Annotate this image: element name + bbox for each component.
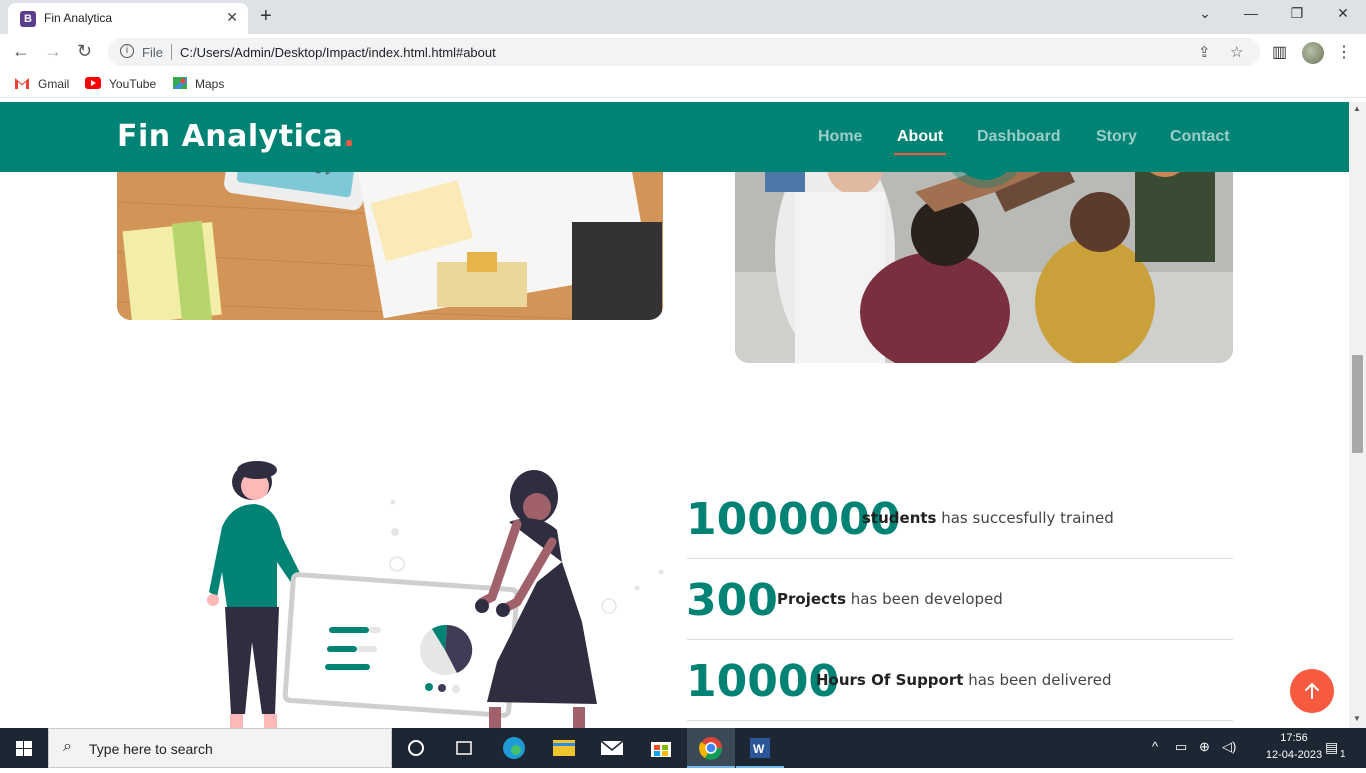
taskbar-search-input[interactable]: ⌕ Type here to search — [48, 728, 392, 768]
back-arrow-icon[interactable]: ← — [12, 41, 30, 62]
stat-label-hours: Hours Of Support has been delivered — [816, 671, 1112, 690]
mail-icon[interactable] — [588, 728, 636, 768]
restore-button[interactable]: ❐ — [1287, 5, 1307, 22]
windows-taskbar: ⌕ Type here to search W ^ ▭ ⊕ ◁) 17:56 1… — [0, 728, 1366, 768]
url-text[interactable]: C:/Users/Admin/Desktop/Impact/index.html… — [180, 45, 496, 60]
stat-strong-hours: Hours Of Support — [816, 671, 964, 689]
bookmark-gmail[interactable]: Gmail — [38, 77, 69, 91]
stat-divider — [687, 639, 1233, 640]
word-icon[interactable]: W — [736, 728, 784, 768]
nav-dashboard[interactable]: Dashboard — [977, 128, 1061, 146]
browser-tab[interactable]: B Fin Analytica ✕ — [8, 3, 248, 34]
close-tab-icon[interactable]: ✕ — [226, 9, 238, 26]
logo-text: Fin Analytica — [117, 119, 344, 154]
info-icon[interactable]: i — [120, 44, 134, 58]
youtube-icon — [85, 77, 101, 89]
stat-rest-hours: has been delivered — [963, 671, 1112, 689]
battery-icon[interactable]: ▭ — [1175, 739, 1187, 755]
share-icon[interactable]: ⇪ — [1198, 43, 1211, 61]
page-viewport: Fin Analytica. Home About Dashboard Stor… — [0, 102, 1349, 728]
windows-start-icon[interactable] — [0, 728, 48, 768]
stat-label-projects: Projects has been developed — [777, 590, 1003, 609]
new-tab-button[interactable]: + — [260, 5, 272, 28]
page-scrollbar[interactable]: ▲ ▼ — [1349, 102, 1366, 728]
menu-dots-icon[interactable]: ⋮ — [1336, 42, 1352, 62]
stat-number-projects: 300 — [686, 575, 778, 626]
volume-icon[interactable]: ◁) — [1222, 739, 1236, 755]
forward-arrow-icon[interactable]: → — [44, 41, 62, 62]
bookmark-star-icon[interactable]: ☆ — [1230, 43, 1243, 61]
bootstrap-favicon-icon: B — [20, 11, 36, 27]
url-separator — [171, 44, 172, 60]
logo-dot: . — [343, 119, 356, 154]
browser-tab-bar: B Fin Analytica ✕ + ⌄ — ❐ ✕ — [0, 0, 1366, 34]
profile-avatar[interactable] — [1302, 42, 1324, 64]
stat-rest-projects: has been developed — [846, 590, 1003, 608]
stat-rest-students: has succesfully trained — [936, 509, 1114, 527]
bookmarks-bar: Gmail YouTube Maps — [0, 70, 1366, 98]
chrome-icon[interactable] — [687, 728, 735, 768]
network-icon[interactable]: ⊕ — [1199, 739, 1210, 755]
scroll-to-top-button[interactable] — [1290, 669, 1334, 713]
scrollbar-thumb[interactable] — [1352, 355, 1363, 453]
address-bar[interactable]: i File C:/Users/Admin/Desktop/Impact/ind… — [108, 38, 1260, 66]
stat-divider — [687, 720, 1233, 721]
nav-story[interactable]: Story — [1096, 128, 1137, 146]
notifications-icon[interactable]: ▤ — [1325, 739, 1338, 756]
tab-title: Fin Analytica — [44, 11, 113, 25]
clock-date[interactable]: 12-04-2023 — [1264, 749, 1324, 761]
file-explorer-icon[interactable] — [540, 728, 588, 768]
scroll-up-icon[interactable]: ▲ — [1353, 104, 1361, 113]
stat-divider — [687, 558, 1233, 559]
stat-strong-projects: Projects — [777, 590, 847, 608]
gmail-icon — [15, 78, 29, 89]
side-panel-icon[interactable]: ▥ — [1272, 42, 1287, 62]
maps-icon — [173, 77, 187, 89]
scroll-down-icon[interactable]: ▼ — [1353, 714, 1361, 723]
close-window-button[interactable]: ✕ — [1333, 5, 1353, 22]
tray-chevron-icon[interactable]: ^ — [1152, 739, 1158, 754]
bookmark-maps[interactable]: Maps — [195, 77, 224, 91]
stat-strong-students: students — [862, 509, 937, 527]
browser-toolbar: ← → ↻ i File C:/Users/Admin/Desktop/Impa… — [0, 34, 1366, 70]
search-placeholder: Type here to search — [89, 741, 213, 757]
svg-text:W: W — [753, 742, 765, 756]
edge-icon[interactable] — [490, 728, 538, 768]
task-view-icon[interactable] — [440, 728, 488, 768]
active-nav-underline — [894, 153, 946, 155]
reload-icon[interactable]: ↻ — [77, 41, 92, 62]
notification-count: 1 — [1340, 749, 1346, 760]
arrow-up-icon — [1305, 682, 1319, 699]
store-icon[interactable] — [637, 728, 685, 768]
team-presentation-illustration — [207, 461, 664, 728]
stat-label-students: students has succesfully trained — [862, 509, 1114, 528]
minimize-button[interactable]: — — [1241, 5, 1261, 21]
tab-search-chevron-icon[interactable]: ⌄ — [1195, 5, 1215, 22]
nav-contact[interactable]: Contact — [1170, 128, 1230, 146]
bookmark-youtube[interactable]: YouTube — [109, 77, 156, 91]
cortana-icon[interactable] — [392, 728, 440, 768]
site-logo[interactable]: Fin Analytica. — [117, 119, 355, 154]
search-icon: ⌕ — [63, 738, 72, 755]
nav-about[interactable]: About — [897, 128, 943, 146]
clock-time[interactable]: 17:56 — [1264, 732, 1324, 744]
nav-home[interactable]: Home — [818, 128, 862, 146]
site-header: Fin Analytica. Home About Dashboard Stor… — [0, 102, 1349, 172]
file-scheme-label: File — [142, 45, 163, 60]
